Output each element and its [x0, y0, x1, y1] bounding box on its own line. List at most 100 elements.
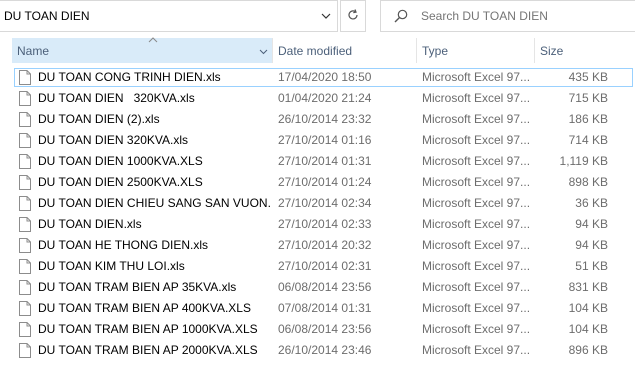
file-date: 26/10/2014 23:32 [278, 112, 372, 126]
column-header: Name Date modified Type Size [0, 35, 635, 63]
file-type: Microsoft Excel 97... [422, 322, 531, 336]
file-name: DU TOAN DIEN (2).xls [38, 112, 160, 126]
file-date: 27/10/2014 02:33 [278, 217, 372, 231]
column-size-label: Size [540, 43, 564, 58]
document-icon [19, 259, 33, 275]
file-row[interactable]: DU TOAN HE THONG DIEN.xls 27/10/2014 20:… [0, 235, 635, 256]
column-header-size[interactable]: Size [534, 38, 634, 63]
file-size: 36 KB [575, 196, 608, 210]
file-row[interactable]: DU TOAN DIEN 2500KVA.XLS 27/10/2014 01:2… [0, 172, 635, 193]
file-type: Microsoft Excel 97... [422, 112, 531, 126]
file-row[interactable]: DU TOAN DIEN 320KVA.xls 01/04/2020 21:24… [0, 88, 635, 109]
document-icon [19, 217, 33, 233]
file-type: Microsoft Excel 97... [422, 217, 531, 231]
file-row[interactable]: DU TOAN TRAM BIEN AP 1000KVA.XLS 06/08/2… [0, 319, 635, 340]
document-icon [19, 322, 33, 338]
file-date: 01/04/2020 21:24 [278, 91, 372, 105]
file-type: Microsoft Excel 97... [422, 196, 531, 210]
file-date: 27/10/2014 02:31 [278, 259, 372, 273]
chevron-down-icon[interactable] [315, 1, 337, 31]
chevron-down-icon[interactable] [259, 44, 268, 58]
document-icon [19, 343, 33, 359]
file-name: DU TOAN DIEN 320KVA.xls [38, 91, 195, 105]
file-size: 104 KB [568, 322, 608, 336]
file-size: 104 KB [568, 301, 608, 315]
document-icon [19, 280, 33, 296]
file-size: 94 KB [575, 217, 608, 231]
file-size: 51 KB [575, 259, 608, 273]
file-date: 27/10/2014 02:34 [278, 196, 372, 210]
file-type: Microsoft Excel 97... [422, 301, 531, 315]
file-type: Microsoft Excel 97... [422, 343, 531, 357]
file-type: Microsoft Excel 97... [422, 175, 531, 189]
document-icon [19, 196, 33, 212]
file-name: DU TOAN KIM THU LOI.xls [38, 259, 185, 273]
refresh-icon [347, 8, 359, 25]
file-name: DU TOAN TRAM BIEN AP 35KVA.xls [38, 280, 237, 294]
file-name: DU TOAN DIEN 1000KVA.XLS [38, 154, 203, 168]
file-row[interactable]: DU TOAN TRAM BIEN AP 2000KVA.XLS 26/10/2… [0, 340, 635, 361]
document-icon [19, 133, 33, 149]
file-size: 94 KB [575, 238, 608, 252]
file-date: 27/10/2014 20:32 [278, 238, 372, 252]
file-row[interactable]: DU TOAN TRAM BIEN AP 35KVA.xls 06/08/201… [0, 277, 635, 298]
file-row[interactable]: DU TOAN TRAM BIEN AP 400KVA.XLS 07/08/20… [0, 298, 635, 319]
file-type: Microsoft Excel 97... [422, 91, 531, 105]
file-date: 06/08/2014 23:56 [278, 322, 372, 336]
document-icon [19, 238, 33, 254]
file-name: DU TOAN TRAM BIEN AP 400KVA.XLS [38, 301, 251, 315]
file-date: 27/10/2014 01:31 [278, 154, 372, 168]
file-size: 715 KB [568, 91, 608, 105]
file-row[interactable]: DU TOAN DIEN.xls 27/10/2014 02:33 Micros… [0, 214, 635, 235]
file-type: Microsoft Excel 97... [422, 259, 531, 273]
search-box[interactable] [380, 0, 635, 32]
file-date: 26/10/2014 23:46 [278, 343, 372, 357]
file-row[interactable]: DU TOAN DIEN 1000KVA.XLS 27/10/2014 01:3… [0, 151, 635, 172]
search-icon [394, 9, 418, 23]
file-size: 186 KB [568, 112, 608, 126]
refresh-button[interactable] [340, 0, 366, 32]
document-icon [19, 154, 33, 170]
file-name: DU TOAN DIEN CHIEU SANG SAN VUON.... [38, 196, 270, 210]
file-type: Microsoft Excel 97... [422, 154, 531, 168]
file-row[interactable]: DU TOAN DIEN CHIEU SANG SAN VUON.... 27/… [0, 193, 635, 214]
file-type: Microsoft Excel 97... [422, 133, 531, 147]
column-name-label: Name [17, 43, 50, 58]
document-icon [19, 301, 33, 317]
column-header-name[interactable]: Name [12, 35, 272, 63]
document-icon [19, 175, 33, 191]
file-row[interactable]: DU TOAN DIEN 320KVA.xls 27/10/2014 01:16… [0, 130, 635, 151]
document-icon [19, 112, 33, 128]
file-date: 27/10/2014 01:24 [278, 175, 372, 189]
file-name: DU TOAN DIEN 320KVA.xls [38, 133, 189, 147]
file-type: Microsoft Excel 97... [422, 280, 531, 294]
file-type: Microsoft Excel 97... [422, 70, 531, 84]
file-date: 06/08/2014 23:56 [278, 280, 372, 294]
column-header-type[interactable]: Type [416, 38, 534, 63]
address-path[interactable]: DU TOAN DIEN [0, 9, 315, 23]
file-name: DU TOAN HE THONG DIEN.xls [38, 238, 209, 252]
column-type-label: Type [422, 43, 449, 58]
file-list: DU TOAN CONG TRINH DIEN.xls 17/04/2020 1… [0, 67, 635, 361]
file-date: 27/10/2014 01:16 [278, 133, 372, 147]
file-name: DU TOAN TRAM BIEN AP 1000KVA.XLS [38, 322, 258, 336]
file-row[interactable]: DU TOAN CONG TRINH DIEN.xls 17/04/2020 1… [0, 67, 635, 88]
address-bar[interactable]: DU TOAN DIEN [0, 0, 338, 32]
search-input[interactable] [421, 9, 621, 23]
column-header-date[interactable]: Date modified [272, 38, 416, 63]
file-size: 896 KB [568, 343, 608, 357]
file-name: DU TOAN CONG TRINH DIEN.xls [38, 70, 221, 84]
column-date-label: Date modified [278, 43, 353, 58]
file-date: 07/08/2014 01:31 [278, 301, 372, 315]
file-row[interactable]: DU TOAN KIM THU LOI.xls 27/10/2014 02:31… [0, 256, 635, 277]
file-size: 898 KB [568, 175, 608, 189]
file-size: 831 KB [568, 280, 608, 294]
file-date: 17/04/2020 18:50 [278, 70, 372, 84]
sort-ascending-icon [148, 35, 158, 46]
file-name: DU TOAN DIEN.xls [38, 217, 142, 231]
file-type: Microsoft Excel 97... [422, 238, 531, 252]
file-name: DU TOAN TRAM BIEN AP 2000KVA.XLS [38, 343, 258, 357]
file-row[interactable]: DU TOAN DIEN (2).xls 26/10/2014 23:32 Mi… [0, 109, 635, 130]
file-name: DU TOAN DIEN 2500KVA.XLS [38, 175, 203, 189]
file-size: 435 KB [568, 70, 608, 84]
